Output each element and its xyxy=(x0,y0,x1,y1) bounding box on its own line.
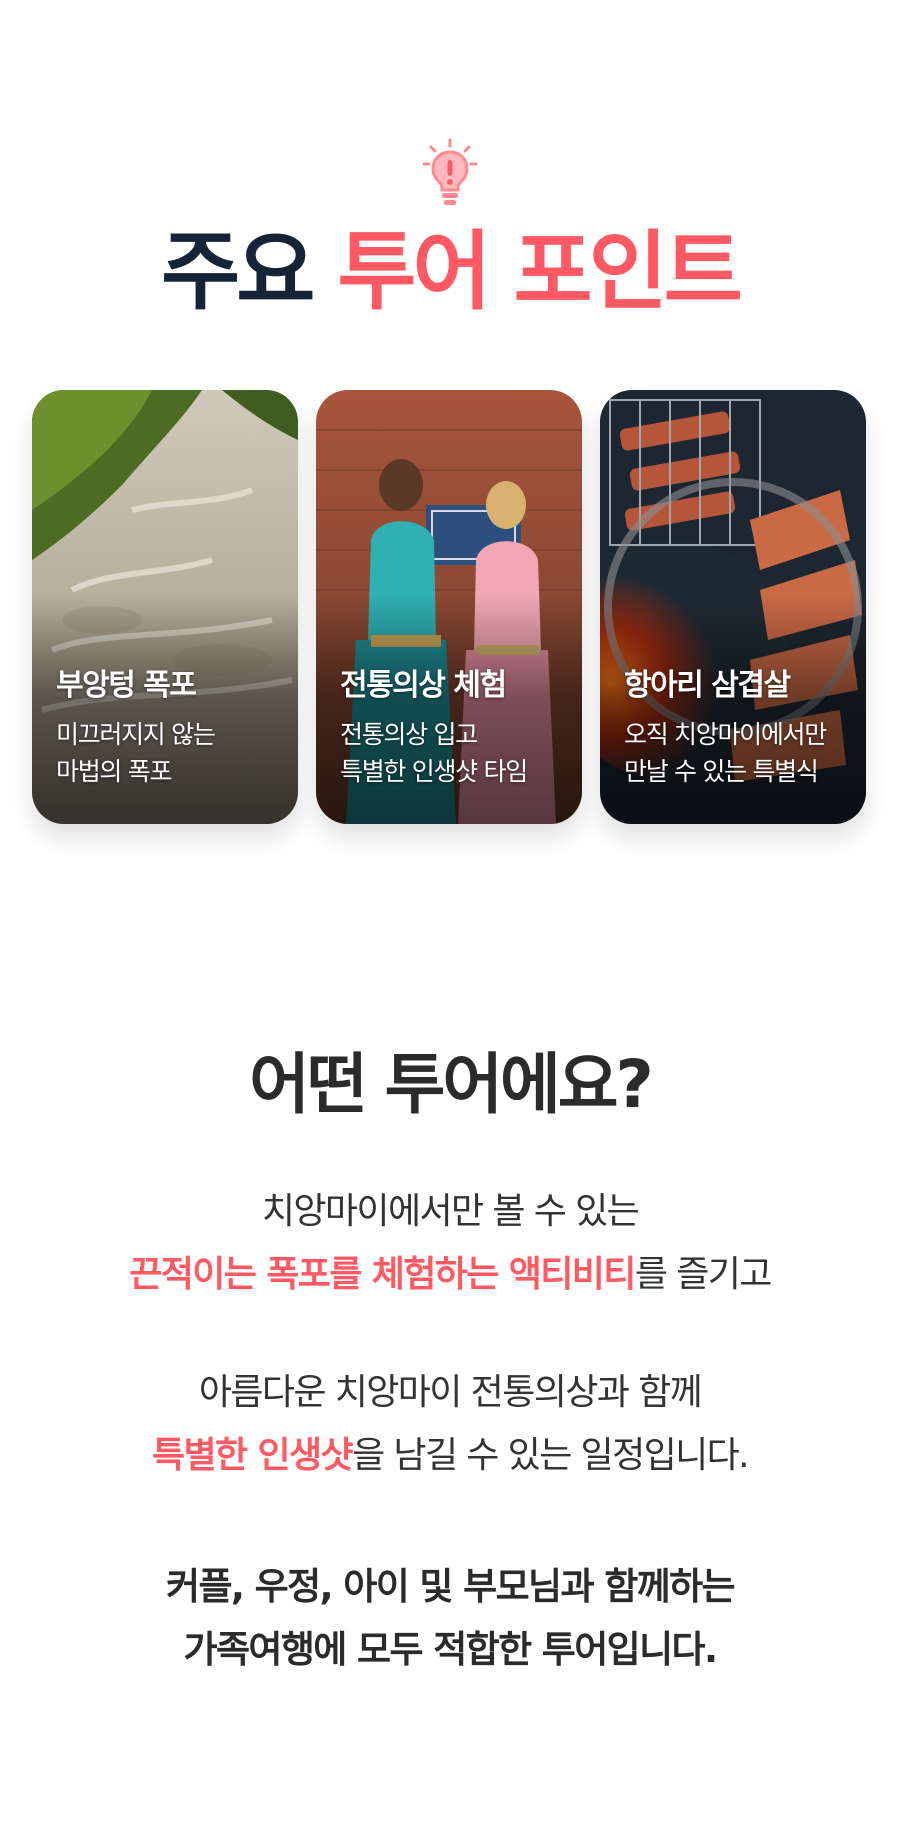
card-description: 오직 치앙마이에서만 만날 수 있는 특별식 xyxy=(624,716,860,790)
tour-card-jar-pork: 항아리 삼겹살 오직 치앙마이에서만 만날 수 있는 특별식 xyxy=(600,390,866,824)
lightbulb-icon xyxy=(422,138,478,205)
card-title: 전통의상 체험 xyxy=(340,668,507,703)
tour-card-waterfall: 부앙텅 폭포 미끄러지지 않는 마법의 폭포 xyxy=(32,390,298,824)
card-title: 부앙텅 폭포 xyxy=(56,668,197,703)
about-line: 아름다운 치앙마이 전통의상과 함께 xyxy=(198,1372,703,1413)
about-line: 특별한 인생샷을 남길 수 있는 일정입니다. xyxy=(152,1435,750,1476)
card-description: 전통의상 입고 특별한 인생샷 타임 xyxy=(340,716,576,790)
card-desc-line: 미끄러지지 않는 xyxy=(56,720,216,749)
tour-card-costume: 전통의상 체험 전통의상 입고 특별한 인생샷 타임 xyxy=(316,390,582,824)
section-title-tour-points: 주요 투어 포인트 xyxy=(0,222,900,322)
card-desc-line: 전통의상 입고 xyxy=(340,720,478,749)
about-line: 끈적이는 폭포를 체험하는 액티비티를 즐기고 xyxy=(129,1254,772,1295)
card-description: 미끄러지지 않는 마법의 폭포 xyxy=(56,716,292,790)
highlight-text: 특별한 인생샷 xyxy=(152,1435,354,1476)
card-desc-line: 마법의 폭포 xyxy=(56,757,172,786)
card-title: 항아리 삼겹살 xyxy=(624,668,791,703)
title-main: 주요 xyxy=(161,222,315,322)
section-title-what-tour: 어떤 투어에요? xyxy=(249,1046,654,1123)
about-line: 커플, 우정, 아이 및 부모님과 함께하는 xyxy=(166,1565,736,1608)
about-line: 치앙마이에서만 볼 수 있는 xyxy=(261,1191,640,1232)
card-desc-line: 오직 치앙마이에서만 xyxy=(624,720,827,749)
title-accent: 투어 포인트 xyxy=(337,222,743,322)
card-desc-line: 특별한 인생샷 타임 xyxy=(340,757,528,786)
about-line: 가족여행에 모두 적합한 투어입니다. xyxy=(183,1628,719,1671)
card-desc-line: 만날 수 있는 특별식 xyxy=(624,757,819,786)
highlight-text: 끈적이는 폭포를 체험하는 액티비티 xyxy=(129,1254,636,1295)
